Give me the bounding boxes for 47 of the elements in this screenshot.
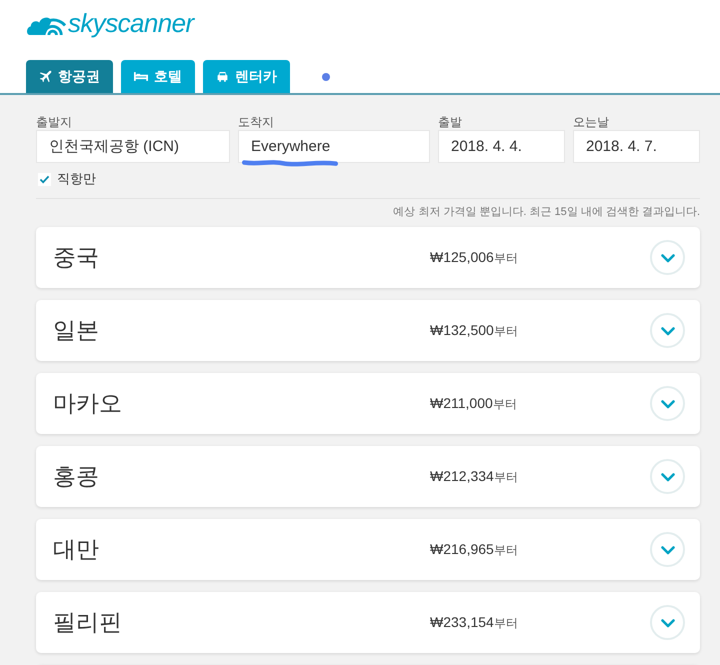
field-label: 출발지 (36, 115, 72, 130)
result-card[interactable]: 중국 ₩125,006부터 (36, 227, 700, 288)
field-label: 오는날 (573, 115, 609, 130)
expand-button[interactable] (650, 313, 685, 348)
result-card[interactable]: 마카오 ₩211,000부터 (36, 373, 700, 434)
country-name: 대만 (53, 535, 99, 564)
result-card[interactable]: 홍콩 ₩212,334부터 (36, 446, 700, 507)
price-text: ₩211,000부터 (430, 394, 517, 412)
chevron-down-icon (660, 327, 674, 336)
chevron-down-icon (660, 619, 674, 628)
price-text: ₩233,154부터 (430, 614, 518, 632)
input-field[interactable]: Everywhere (238, 130, 430, 163)
expand-button[interactable] (650, 386, 685, 421)
checkbox-label[interactable]: 직항만 (57, 170, 96, 188)
country-name: 홍콩 (53, 462, 99, 491)
input-field[interactable]: 인천국제공항 (ICN) (36, 130, 230, 163)
chevron-down-icon (660, 546, 674, 555)
input-field[interactable]: 2018. 4. 7. (573, 130, 700, 163)
field-label: 도착지 (238, 115, 274, 130)
result-card[interactable]: 필리핀 ₩233,154부터 (36, 592, 700, 653)
country-name: 마카오 (53, 389, 122, 418)
plane-icon (39, 70, 52, 83)
chevron-down-icon (660, 254, 674, 263)
checkbox[interactable] (38, 172, 51, 186)
expand-button[interactable] (650, 240, 685, 275)
price-text: ₩132,500부터 (430, 322, 518, 340)
price-text: ₩216,965부터 (430, 540, 518, 558)
chevron-down-icon (660, 473, 674, 482)
input-field[interactable]: 2018. 4. 4. (438, 130, 565, 163)
price-text: ₩212,334부터 (430, 468, 518, 486)
checkmark-icon (39, 174, 50, 184)
bed-icon (134, 71, 148, 82)
dot-icon (322, 72, 330, 80)
expand-button[interactable] (650, 605, 685, 640)
field-label: 출발 (438, 115, 462, 130)
result-card[interactable]: 일본 ₩132,500부터 (36, 300, 700, 361)
country-name: 일본 (53, 316, 99, 345)
expand-button[interactable] (650, 459, 685, 494)
car-icon (216, 70, 229, 83)
country-name: 필리핀 (53, 608, 122, 637)
chevron-down-icon (660, 400, 674, 409)
category-tab[interactable]: 항공권 (26, 60, 113, 93)
price-note: 예상 최저 가격일 뿐입니다. 최근 15일 내에 검색한 결과입니다. (393, 205, 700, 219)
price-text: ₩125,006부터 (430, 248, 518, 266)
country-name: 중국 (53, 243, 99, 272)
result-card[interactable]: 대만 ₩216,965부터 (36, 519, 700, 580)
expand-button[interactable] (650, 532, 685, 567)
